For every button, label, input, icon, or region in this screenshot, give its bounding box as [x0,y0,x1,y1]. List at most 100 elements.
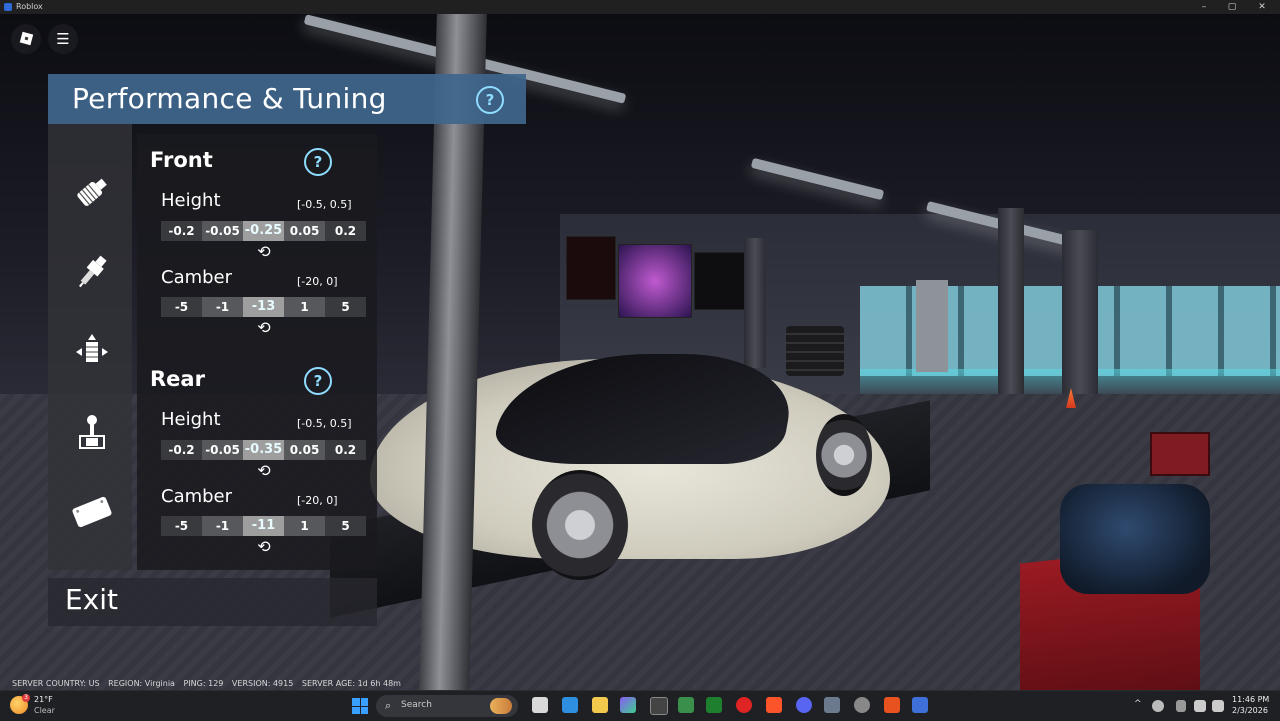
rear-camber-controls: -5 -1 -11 1 5 [161,516,366,536]
rear-camber-range: [-20, 0] [297,494,338,507]
rear-height-increase-small[interactable]: 0.05 [284,440,325,460]
pillar [744,238,766,368]
clock-time[interactable]: 11:46 PM [1232,695,1269,704]
copilot-icon[interactable] [620,697,636,713]
pillar [916,280,948,372]
search-highlight-art-icon [490,698,512,714]
window-title: Roblox [16,2,43,11]
discord-icon[interactable] [796,697,812,713]
search-placeholder: Search [401,700,432,710]
rear-height-range: [-0.5, 0.5] [297,417,352,430]
server-region: REGION: Virginia [108,679,175,688]
rear-camber-increase-large[interactable]: 5 [325,516,366,536]
tuning-category-rail [48,124,132,570]
steam-icon[interactable] [854,697,870,713]
widgets-icon[interactable] [562,697,578,713]
front-camber-increase-large[interactable]: 5 [325,297,366,317]
front-camber-reset-icon[interactable]: ⟲ [255,319,273,337]
gearshift-icon[interactable] [72,412,112,452]
front-section-title: Front [150,148,213,172]
weather-condition: Clear [34,706,55,715]
search-icon: ⌕ [385,699,392,712]
wifi-icon[interactable] [1194,700,1206,712]
youtube-music-icon[interactable] [736,697,752,713]
front-height-controls: -0.2 -0.05 -0.25 0.05 0.2 [161,221,366,241]
server-version: VERSION: 4915 [231,679,294,688]
rear-height-increase-large[interactable]: 0.2 [325,440,366,460]
exit-label: Exit [65,583,119,616]
close-button[interactable]: ✕ [1252,0,1272,14]
brave-browser-icon[interactable] [766,697,782,713]
front-camber-decrease-large[interactable]: -5 [161,297,202,317]
front-help-icon[interactable]: ? [304,148,332,176]
onedrive-icon[interactable] [1152,700,1164,712]
tray-overflow-icon[interactable]: ^ [1134,699,1142,709]
rear-height-controls: -0.2 -0.05 -0.35 0.05 0.2 [161,440,366,460]
start-button[interactable] [352,698,368,714]
roblox-taskbar-icon[interactable] [912,697,928,713]
panel-title: Performance & Tuning [72,82,387,115]
front-camber-decrease-small[interactable]: -1 [202,297,243,317]
roblox-app-icon [4,3,12,11]
exit-button[interactable]: Exit [48,578,377,626]
clock-date[interactable]: 2/3/2026 [1232,706,1268,715]
server-ping: PING: 129 [183,679,224,688]
rear-camber-label: Camber [161,486,233,507]
server-info: SERVER COUNTRY: US REGION: Virginia PING… [12,679,407,689]
front-camber-value: -13 [243,297,284,317]
rear-camber-decrease-small[interactable]: -1 [202,516,243,536]
front-camber-label: Camber [161,267,233,288]
rear-height-value: -0.35 [243,440,284,460]
front-height-increase-large[interactable]: 0.2 [325,221,366,241]
volume-icon[interactable] [1212,700,1224,712]
car-wheel-front [532,470,628,580]
front-height-decrease-small[interactable]: -0.05 [202,221,243,241]
red-crate [1150,432,1210,476]
air-filter-icon[interactable] [72,172,112,212]
maximize-button[interactable]: ▢ [1222,0,1242,14]
rear-help-icon[interactable]: ? [304,367,332,395]
front-camber-controls: -5 -1 -13 1 5 [161,297,366,317]
front-height-decrease-large[interactable]: -0.2 [161,221,202,241]
rear-height-label: Height [161,409,221,430]
roblox-menu-logo-button[interactable] [11,24,41,54]
rear-height-decrease-large[interactable]: -0.2 [161,440,202,460]
front-height-reset-icon[interactable]: ⟲ [255,243,273,261]
rear-height-reset-icon[interactable]: ⟲ [255,462,273,480]
pillar [998,208,1024,413]
minimize-button[interactable]: – [1194,0,1214,14]
server-country: SERVER COUNTRY: US [12,679,100,688]
weather-temp: 21°F [34,695,53,704]
microphone-icon[interactable] [1176,700,1186,712]
rear-camber-reset-icon[interactable]: ⟲ [255,538,273,556]
store-icon[interactable] [678,697,694,713]
taskbar: 3 21°F Clear ⌕ Search ^ 11:46 PM 2/3/202… [0,690,1280,721]
license-plate-icon[interactable] [72,492,112,532]
suspension-icon[interactable] [72,332,112,372]
front-height-range: [-0.5, 0.5] [297,198,352,211]
app-icon[interactable] [824,697,840,713]
file-explorer-icon[interactable] [592,697,608,713]
spark-plug-icon[interactable] [72,252,112,292]
task-view-icon[interactable] [532,697,548,713]
poster-black [694,252,746,310]
rear-camber-increase-small[interactable]: 1 [284,516,325,536]
hamburger-icon: ☰ [56,30,70,48]
front-height-value: -0.25 [243,221,284,241]
rear-camber-decrease-large[interactable]: -5 [161,516,202,536]
front-height-label: Height [161,190,221,211]
rear-section-title: Rear [150,367,205,391]
game-launcher-icon[interactable] [884,697,900,713]
poster-ytk [618,244,692,318]
hamburger-menu-button[interactable]: ☰ [48,24,78,54]
window-title-bar: Roblox – ▢ ✕ [0,0,1280,14]
xbox-icon[interactable] [706,697,722,713]
calculator-icon[interactable] [650,697,668,715]
rear-height-decrease-small[interactable]: -0.05 [202,440,243,460]
help-icon[interactable]: ? [476,86,504,114]
generator [1060,484,1210,594]
tuning-panel-header: Performance & Tuning ? [48,74,526,124]
taskbar-search[interactable]: ⌕ Search [376,695,518,717]
front-camber-increase-small[interactable]: 1 [284,297,325,317]
front-height-increase-small[interactable]: 0.05 [284,221,325,241]
